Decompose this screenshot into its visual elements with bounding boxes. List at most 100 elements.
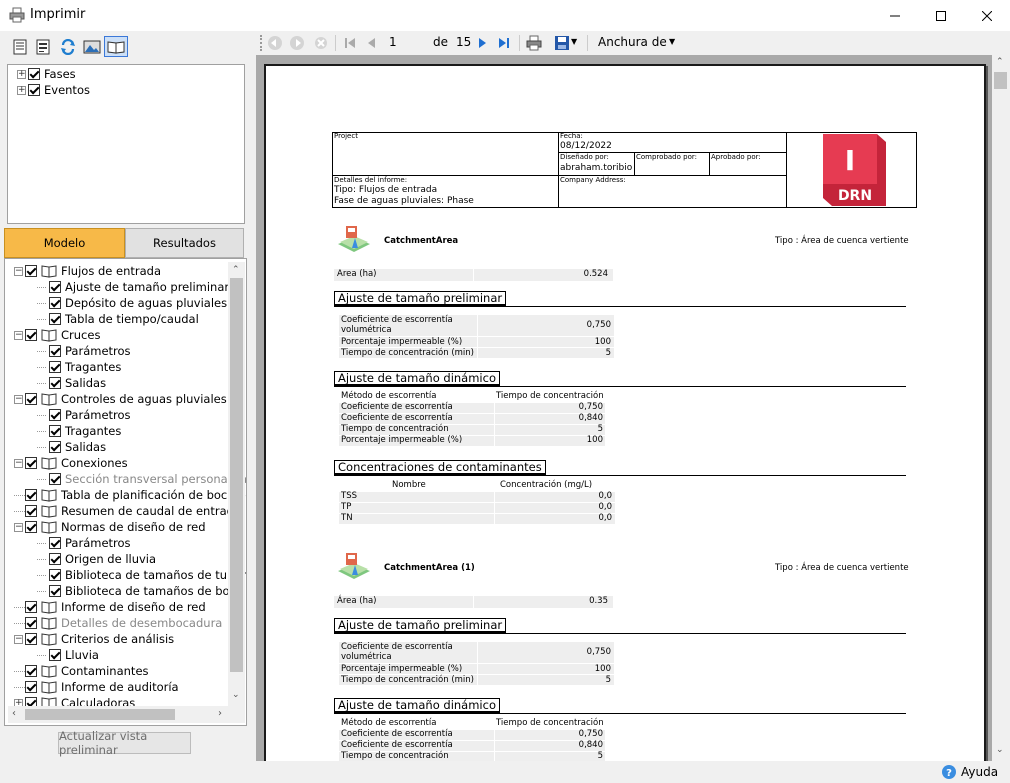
tree-item[interactable]: Parámetros: [37, 535, 131, 551]
image-view-button[interactable]: [81, 37, 103, 57]
scroll-left-icon[interactable]: ‹: [12, 708, 16, 719]
page-number-input[interactable]: 1: [389, 35, 397, 49]
checkbox[interactable]: [49, 649, 61, 661]
checkbox[interactable]: [25, 633, 37, 645]
checkbox[interactable]: [49, 425, 61, 437]
tree-item[interactable]: Biblioteca de tamaños de tubería: [37, 567, 246, 583]
tree-item[interactable]: Contaminantes: [14, 663, 149, 679]
tree-item[interactable]: Lluvia: [37, 647, 99, 663]
checkbox[interactable]: [49, 409, 61, 421]
zoom-dropdown[interactable]: Anchura de: [598, 35, 667, 49]
checkbox[interactable]: [25, 505, 37, 517]
checkbox[interactable]: [49, 585, 61, 597]
tree-item[interactable]: Informe de diseño de red: [14, 599, 206, 615]
tree-horizontal-scrollbar[interactable]: ‹ ›: [8, 706, 245, 723]
help-link[interactable]: ? Ayuda: [941, 764, 998, 780]
tree-item[interactable]: Tabla de tiempo/caudal: [37, 311, 199, 327]
collapse-icon[interactable]: −: [14, 522, 23, 532]
checkbox[interactable]: [25, 457, 37, 469]
next-page-icon[interactable]: [474, 35, 490, 51]
print-icon[interactable]: [526, 35, 542, 51]
tab-resultados[interactable]: Resultados: [125, 228, 244, 258]
refresh-button[interactable]: [58, 37, 78, 57]
tree-item[interactable]: − Controles de aguas pluviales: [14, 391, 227, 407]
last-page-icon[interactable]: [496, 35, 512, 51]
scroll-thumb[interactable]: [994, 72, 1007, 89]
save-icon[interactable]: [554, 35, 570, 51]
collapse-icon[interactable]: −: [14, 266, 23, 276]
tree-vertical-scrollbar[interactable]: ⌃ ⌄: [228, 262, 245, 706]
tree-item[interactable]: Parámetros: [37, 343, 131, 359]
tree-item-eventos[interactable]: + Eventos: [17, 82, 90, 98]
stop-icon[interactable]: [313, 35, 329, 51]
scroll-down-icon[interactable]: ⌄: [232, 690, 240, 700]
maximize-button[interactable]: [918, 0, 964, 31]
checkbox[interactable]: [25, 617, 37, 629]
checkbox[interactable]: [49, 569, 61, 581]
tree-item[interactable]: Parámetros: [37, 407, 131, 423]
checkbox[interactable]: [25, 489, 37, 501]
minimize-button[interactable]: [872, 0, 918, 31]
checkbox[interactable]: [25, 393, 37, 405]
collapse-icon[interactable]: −: [14, 458, 23, 468]
preview-vertical-scrollbar[interactable]: ⌃ ⌄: [992, 55, 1009, 761]
checkbox[interactable]: [28, 68, 40, 80]
save-dropdown-icon[interactable]: ▼: [571, 37, 577, 46]
tree-item-fases[interactable]: + Fases: [17, 66, 76, 82]
checkbox[interactable]: [49, 345, 61, 357]
tree-item[interactable]: Tragantes: [37, 423, 121, 439]
checkbox[interactable]: [49, 441, 61, 453]
first-page-icon[interactable]: [342, 35, 358, 51]
tree-item[interactable]: − Flujos de entrada: [14, 263, 161, 279]
forward-icon[interactable]: [289, 35, 305, 51]
tree-item[interactable]: Salidas: [37, 375, 106, 391]
checkbox[interactable]: [25, 665, 37, 677]
scroll-right-icon[interactable]: ›: [218, 708, 222, 719]
tree-item[interactable]: Informe de auditoría: [14, 679, 179, 695]
tree-item[interactable]: − Criterios de análisis: [14, 631, 174, 647]
checkbox[interactable]: [49, 313, 61, 325]
checkbox[interactable]: [49, 473, 61, 485]
checkbox[interactable]: [49, 361, 61, 373]
close-button[interactable]: [964, 0, 1010, 31]
tab-modelo[interactable]: Modelo: [4, 228, 125, 258]
checkbox[interactable]: [49, 297, 61, 309]
checkbox[interactable]: [25, 681, 37, 693]
scroll-down-icon[interactable]: ⌄: [996, 745, 1004, 755]
checkbox[interactable]: [25, 601, 37, 613]
checkbox[interactable]: [25, 329, 37, 341]
tree-item[interactable]: Ajuste de tamaño preliminar: [37, 279, 229, 295]
checkbox[interactable]: [28, 84, 40, 96]
report-settings-button[interactable]: [33, 37, 53, 57]
checkbox[interactable]: [25, 521, 37, 533]
scroll-up-icon[interactable]: ⌃: [996, 57, 1004, 67]
tree-item[interactable]: − Conexiones: [14, 455, 128, 471]
tree-item[interactable]: Salidas: [37, 439, 106, 455]
tree-item[interactable]: Tabla de planificación de boca de: [14, 487, 246, 503]
zoom-dropdown-icon[interactable]: ▼: [669, 37, 675, 46]
book-view-button[interactable]: [104, 36, 128, 57]
checkbox[interactable]: [25, 265, 37, 277]
page-setup-button[interactable]: [10, 37, 30, 57]
expand-icon[interactable]: +: [17, 85, 26, 95]
scroll-thumb[interactable]: [25, 709, 175, 720]
scroll-up-icon[interactable]: ⌃: [232, 265, 240, 275]
scroll-thumb[interactable]: [230, 278, 243, 672]
tree-item[interactable]: − Normas de diseño de red: [14, 519, 206, 535]
checkbox[interactable]: [49, 377, 61, 389]
tree-item[interactable]: Biblioteca de tamaños de boca d: [37, 583, 246, 599]
tree-item[interactable]: Resumen de caudal de entrada: [14, 503, 241, 519]
collapse-icon[interactable]: −: [14, 330, 23, 340]
tree-item[interactable]: Sección transversal personaliza: [37, 471, 246, 487]
checkbox[interactable]: [49, 281, 61, 293]
update-preview-button[interactable]: Actualizar vista preliminar: [58, 729, 191, 757]
tree-item[interactable]: Detalles de desembocadura: [14, 615, 222, 631]
tree-item[interactable]: − Cruces: [14, 327, 100, 343]
back-icon[interactable]: [267, 35, 283, 51]
checkbox[interactable]: [49, 537, 61, 549]
tree-item[interactable]: Tragantes: [37, 359, 121, 375]
checkbox[interactable]: [49, 553, 61, 565]
tree-item[interactable]: Depósito de aguas pluviales: [37, 295, 227, 311]
collapse-icon[interactable]: −: [14, 394, 23, 404]
tree-item[interactable]: Origen de lluvia: [37, 551, 156, 567]
